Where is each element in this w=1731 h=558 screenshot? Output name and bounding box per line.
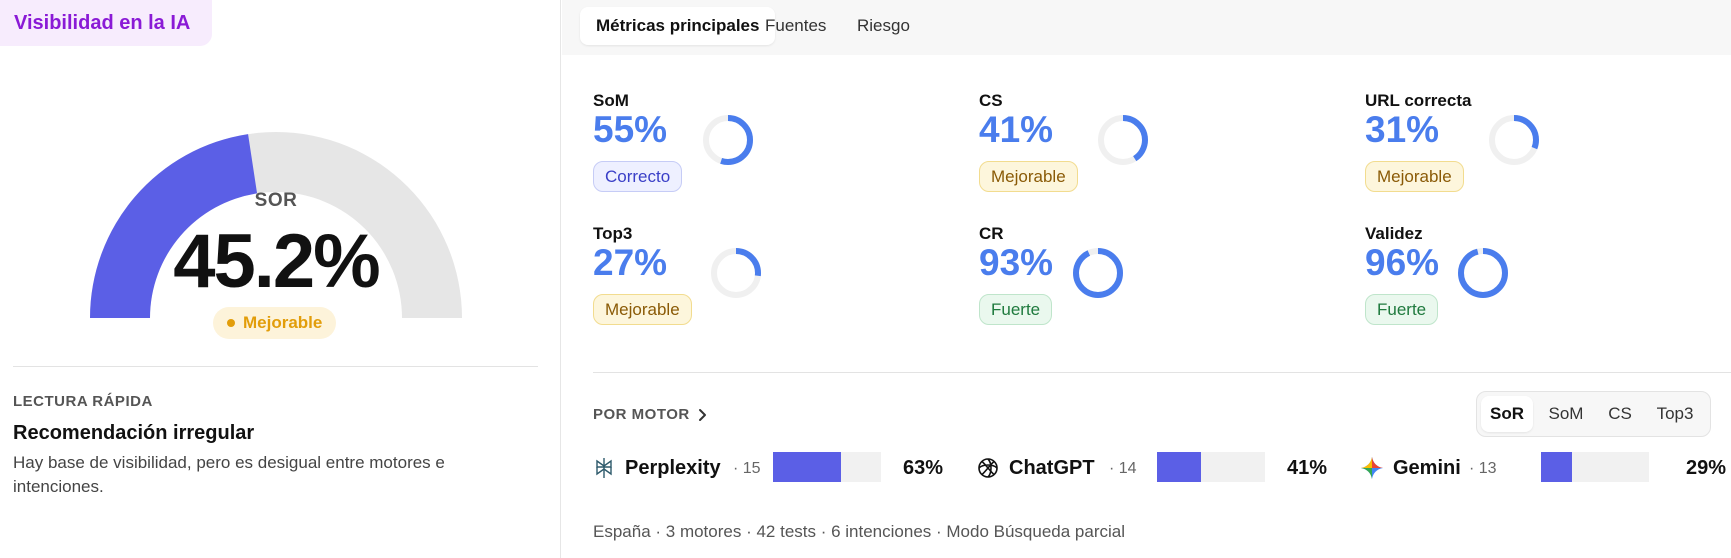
chatgpt-icon [978, 458, 998, 478]
metric-segmented-control: SoR SoM CS Top3 [1476, 391, 1711, 437]
metric-card-cs: CS 41% Mejorable [979, 91, 1309, 201]
metric-percent: 41% [979, 109, 1054, 150]
engine-count: · 13 [1469, 460, 1497, 477]
status-dot-icon [227, 319, 235, 327]
metric-ring [1073, 248, 1123, 298]
metric-name: CS [979, 91, 1003, 110]
gemini-icon [1361, 457, 1383, 479]
engine-bar [773, 452, 881, 482]
engine-count: · 14 [1109, 460, 1137, 477]
metric-ring [1489, 115, 1539, 165]
engine-bar-fill [1541, 452, 1573, 482]
metrics-panel: Métricas principales Fuentes Riesgo SoM … [562, 0, 1731, 558]
engine-bar [1157, 452, 1265, 482]
por-motor-link[interactable]: POR MOTOR [593, 406, 708, 423]
engine-row-gemini: Gemini · 13 29% [1361, 452, 1726, 484]
metric-card-validez: Validez 96% Fuerte [1365, 224, 1695, 334]
metric-percent: 93% [979, 242, 1054, 283]
gauge-label: SOR [254, 190, 298, 211]
panel-title: Visibilidad en la IA [0, 0, 213, 46]
engine-percent: 41% [1287, 457, 1328, 479]
divider [593, 372, 1731, 373]
engine-percent: 63% [903, 457, 944, 479]
perplexity-icon [596, 458, 612, 478]
metric-ring [703, 115, 753, 165]
engine-bar-fill [1157, 452, 1202, 482]
tab-fuentes[interactable]: Fuentes [765, 7, 826, 45]
metric-card-som: SoM 55% Correcto [593, 91, 923, 201]
metric-name: URL correcta [1365, 91, 1472, 110]
engine-percent: 29% [1686, 457, 1727, 479]
metric-name: Validez [1365, 224, 1423, 243]
metric-status-badge: Mejorable [593, 294, 692, 325]
engine-name: ChatGPT [1009, 457, 1095, 479]
engine-bar [1541, 452, 1649, 482]
metric-status-badge: Fuerte [979, 294, 1053, 325]
metric-percent: 27% [593, 242, 668, 283]
segment-sor[interactable]: SoR [1481, 396, 1533, 432]
engine-name: Perplexity [625, 457, 721, 479]
por-motor-label: POR MOTOR [593, 406, 690, 423]
engine-count: · 15 [733, 460, 761, 477]
footer-summary: España · 3 motores · 42 tests · 6 intenc… [593, 522, 1126, 541]
segment-som[interactable]: SoM [1537, 396, 1595, 432]
divider [13, 366, 538, 367]
metric-status-badge: Mejorable [1365, 161, 1464, 192]
metric-percent: 31% [1365, 109, 1440, 150]
gauge-status-badge: Mejorable [213, 307, 337, 339]
metric-percent: 55% [593, 109, 668, 150]
tab-metricas-principales[interactable]: Métricas principales [580, 7, 776, 45]
engine-row-chatgpt: ChatGPT · 14 41% [977, 452, 1337, 484]
visibility-summary-panel: Visibilidad en la IA SOR 45.2% Mejorable… [0, 0, 561, 558]
metric-ring [1458, 248, 1508, 298]
segment-top3[interactable]: Top3 [1645, 396, 1705, 432]
metric-card-cr: CR 93% Fuerte [979, 224, 1309, 334]
metric-percent: 96% [1365, 242, 1440, 283]
metric-status-badge: Mejorable [979, 161, 1078, 192]
engine-row-perplexity: Perplexity · 15 63% [593, 452, 953, 484]
engine-name: Gemini [1393, 457, 1461, 479]
tab-riesgo[interactable]: Riesgo [857, 7, 910, 45]
metric-ring [711, 248, 761, 298]
quick-read-text: Hay base de visibilidad, pero es desigua… [13, 453, 445, 496]
metric-name: CR [979, 224, 1004, 243]
metric-card-url-correcta: URL correcta 31% Mejorable [1365, 91, 1695, 201]
metric-card-top3: Top3 27% Mejorable [593, 224, 923, 334]
gauge-status-label: Mejorable [243, 313, 323, 332]
tab-bar: Métricas principales Fuentes Riesgo [562, 0, 1731, 55]
engine-bar-fill [773, 452, 842, 482]
metric-status-badge: Fuerte [1365, 294, 1439, 325]
gauge-value: 45.2% [173, 219, 381, 304]
chevron-right-icon [698, 408, 706, 421]
metric-name: SoM [593, 91, 629, 110]
metric-status-badge: Correcto [593, 161, 683, 192]
metric-ring [1098, 115, 1148, 165]
quick-read-title: Recomendación irregular [13, 422, 255, 444]
quick-read-label: LECTURA RÁPIDA [13, 393, 153, 410]
metric-name: Top3 [593, 224, 633, 243]
segment-cs[interactable]: CS [1599, 396, 1641, 432]
